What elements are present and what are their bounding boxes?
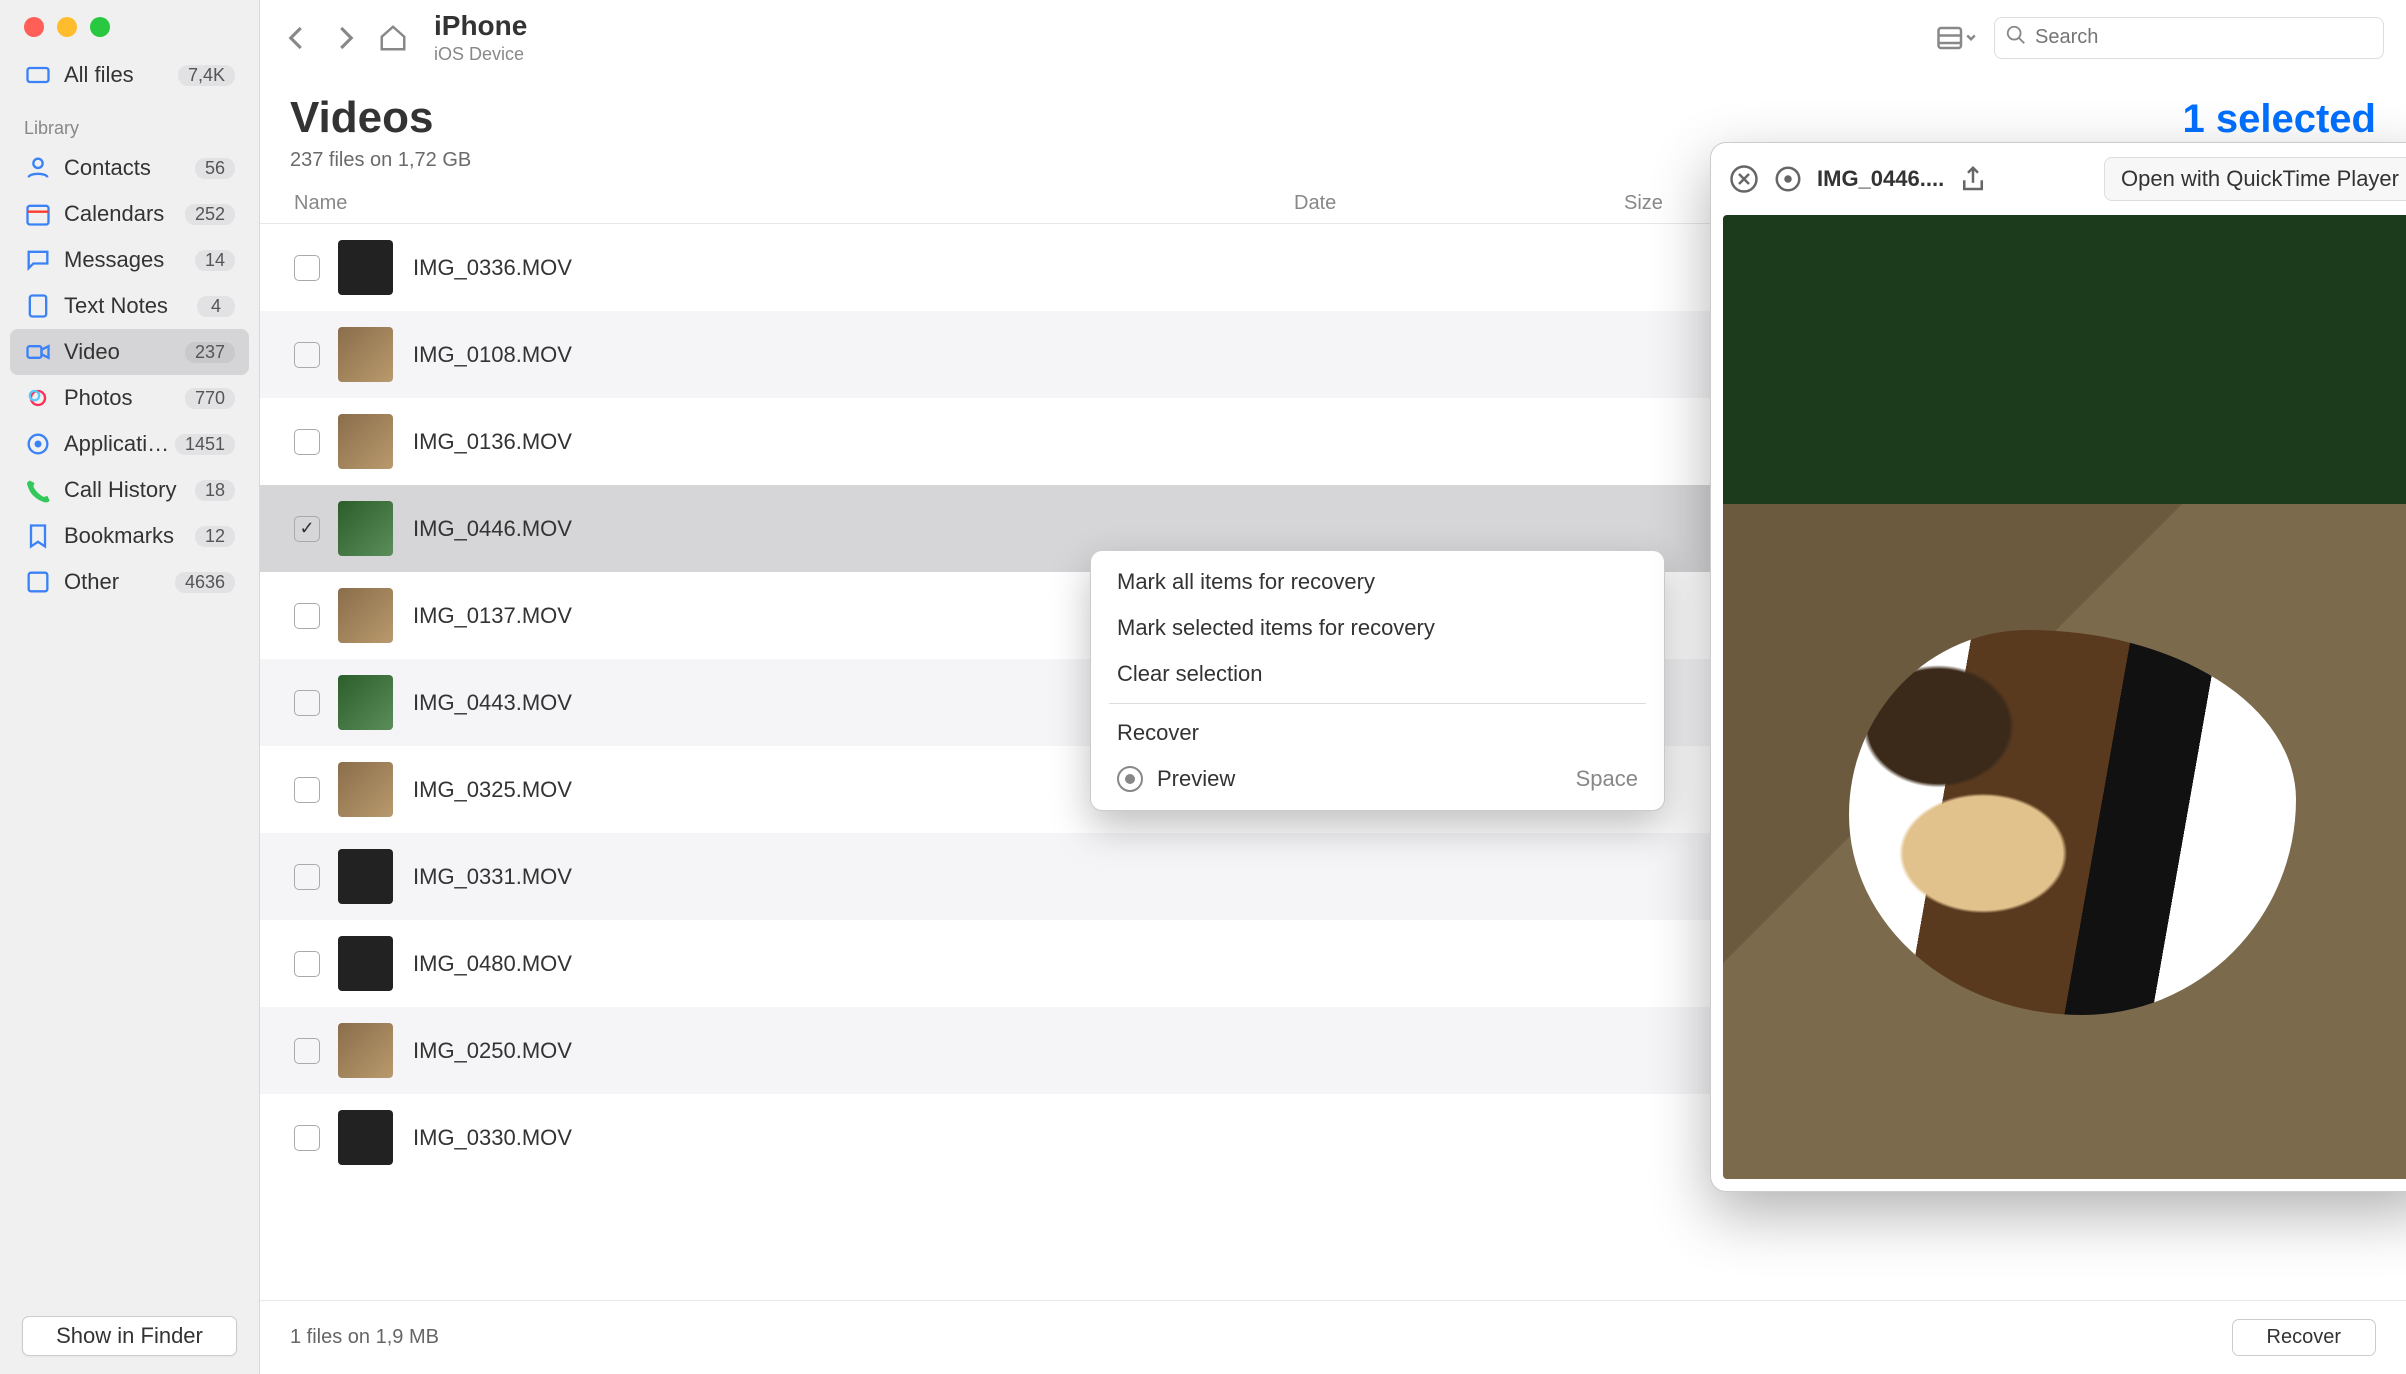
- search-input[interactable]: [2035, 26, 2373, 49]
- app-photo-icon: [24, 430, 52, 458]
- share-button[interactable]: [1958, 164, 1988, 194]
- video-icon: [24, 338, 52, 366]
- file-name: IMG_0250.MOV: [413, 1038, 1882, 1064]
- page-title: Videos: [290, 93, 471, 143]
- sidebar-item-contacts[interactable]: Contacts 56: [10, 145, 249, 191]
- sidebar-item-bookmarks[interactable]: Bookmarks 12: [10, 513, 249, 559]
- phone-icon: [24, 476, 52, 504]
- photos-icon: [24, 384, 52, 412]
- ctx-mark-all[interactable]: Mark all items for recovery: [1091, 559, 1664, 605]
- preview-target-icon[interactable]: [1773, 164, 1803, 194]
- video-thumbnail: [338, 849, 393, 904]
- device-title: iPhone: [434, 10, 527, 42]
- ctx-separator: [1109, 703, 1646, 704]
- file-name: IMG_0108.MOV: [413, 342, 1882, 368]
- video-thumbnail: [338, 240, 393, 295]
- row-checkbox[interactable]: [294, 777, 320, 803]
- view-mode-button[interactable]: [1936, 23, 1976, 53]
- bookmark-icon: [24, 522, 52, 550]
- preview-file-name: IMG_0446....: [1817, 166, 1944, 192]
- ctx-clear-selection[interactable]: Clear selection: [1091, 651, 1664, 697]
- toolbar: iPhone iOS Device: [260, 0, 2406, 75]
- other-icon: [24, 568, 52, 596]
- home-button[interactable]: [378, 23, 408, 53]
- row-checkbox[interactable]: [294, 255, 320, 281]
- eye-icon: [1117, 766, 1143, 792]
- video-thumbnail: [338, 501, 393, 556]
- calendar-icon: [24, 200, 52, 228]
- sidebar-item-label: All files: [64, 62, 178, 88]
- row-checkbox[interactable]: [294, 951, 320, 977]
- footer: 1 files on 1,9 MB Recover: [260, 1300, 2406, 1374]
- sidebar: All files 7,4K Library Contacts 56 Calen…: [0, 0, 260, 1374]
- main-panel: iPhone iOS Device Videos 237 files on 1,…: [260, 0, 2406, 1374]
- sidebar-item-messages[interactable]: Messages 14: [10, 237, 249, 283]
- file-name: IMG_0331.MOV: [413, 864, 1882, 890]
- row-checkbox[interactable]: [294, 864, 320, 890]
- sidebar-item-photos[interactable]: Photos 770: [10, 375, 249, 421]
- file-name: IMG_0330.MOV: [413, 1125, 1882, 1151]
- column-date[interactable]: Date: [1294, 192, 1624, 215]
- window-controls: [0, 0, 259, 37]
- note-icon: [24, 292, 52, 320]
- video-thumbnail: [338, 762, 393, 817]
- minimize-window-button[interactable]: [57, 17, 77, 37]
- row-checkbox[interactable]: [294, 342, 320, 368]
- video-thumbnail: [338, 936, 393, 991]
- video-thumbnail: [338, 1110, 393, 1165]
- back-button[interactable]: [282, 23, 312, 53]
- row-checkbox[interactable]: [294, 516, 320, 542]
- video-thumbnail: [338, 675, 393, 730]
- video-thumbnail: [338, 1023, 393, 1078]
- row-checkbox[interactable]: [294, 429, 320, 455]
- video-thumbnail: [338, 327, 393, 382]
- sidebar-item-other[interactable]: Other 4636: [10, 559, 249, 605]
- context-menu: Mark all items for recovery Mark selecte…: [1090, 550, 1665, 811]
- sidebar-item-applications-photo[interactable]: Applications photo 1451: [10, 421, 249, 467]
- open-with-button[interactable]: Open with QuickTime Player: [2104, 157, 2406, 201]
- show-in-finder-button[interactable]: Show in Finder: [22, 1316, 237, 1356]
- contact-icon: [24, 154, 52, 182]
- device-subtitle: iOS Device: [434, 44, 527, 65]
- search-box[interactable]: [1994, 17, 2384, 59]
- recover-button[interactable]: Recover: [2232, 1319, 2376, 1356]
- column-name[interactable]: Name: [294, 192, 1294, 215]
- row-checkbox[interactable]: [294, 1125, 320, 1151]
- video-thumbnail: [338, 588, 393, 643]
- sidebar-item-video[interactable]: Video 237: [10, 329, 249, 375]
- close-window-button[interactable]: [24, 17, 44, 37]
- ctx-shortcut: Space: [1576, 766, 1638, 792]
- preview-close-button[interactable]: [1729, 164, 1759, 194]
- preview-image: [1723, 215, 2406, 1179]
- row-checkbox[interactable]: [294, 1038, 320, 1064]
- selected-count: 1 selected: [2183, 97, 2376, 142]
- file-name: IMG_0446.MOV: [413, 516, 1882, 542]
- row-checkbox[interactable]: [294, 603, 320, 629]
- zoom-window-button[interactable]: [90, 17, 110, 37]
- sidebar-section-header: Library: [10, 98, 249, 145]
- file-name: IMG_0136.MOV: [413, 429, 1882, 455]
- video-thumbnail: [338, 414, 393, 469]
- preview-panel: IMG_0446.... Open with QuickTime Player: [1710, 142, 2406, 1192]
- page-subtitle: 237 files on 1,72 GB: [290, 149, 471, 172]
- file-name: IMG_0336.MOV: [413, 255, 1882, 281]
- drive-icon: [24, 61, 52, 89]
- sidebar-item-text-notes[interactable]: Text Notes 4: [10, 283, 249, 329]
- sidebar-item-call-history[interactable]: Call History 18: [10, 467, 249, 513]
- search-icon: [2005, 24, 2027, 52]
- footer-status: 1 files on 1,9 MB: [290, 1326, 439, 1349]
- sidebar-item-all-files[interactable]: All files 7,4K: [10, 52, 249, 98]
- row-checkbox[interactable]: [294, 690, 320, 716]
- ctx-recover[interactable]: Recover: [1091, 710, 1664, 756]
- message-icon: [24, 246, 52, 274]
- ctx-preview[interactable]: Preview Space: [1091, 756, 1664, 802]
- file-name: IMG_0480.MOV: [413, 951, 1882, 977]
- ctx-mark-selected[interactable]: Mark selected items for recovery: [1091, 605, 1664, 651]
- sidebar-item-calendars[interactable]: Calendars 252: [10, 191, 249, 237]
- forward-button[interactable]: [330, 23, 360, 53]
- count-badge: 7,4K: [178, 65, 235, 86]
